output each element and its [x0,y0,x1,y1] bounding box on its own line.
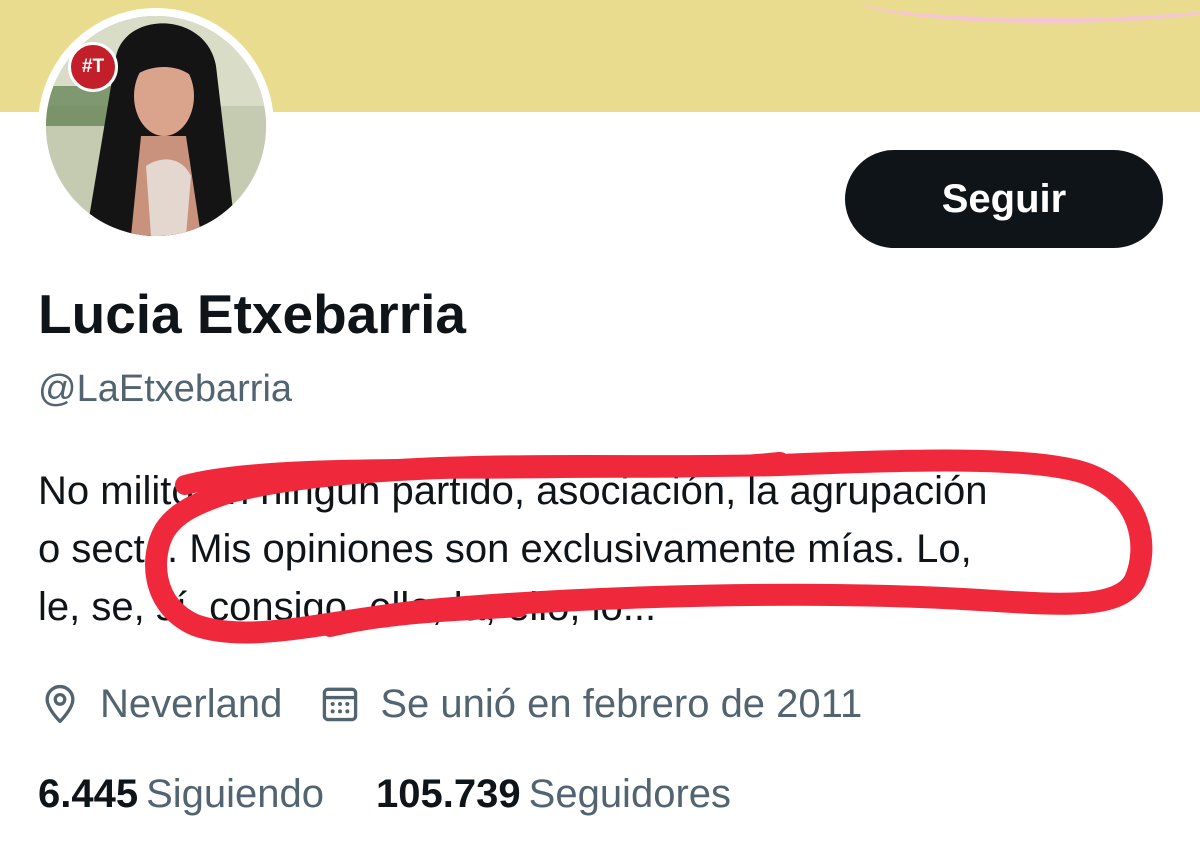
location-item: Neverland [38,682,282,727]
profile-bio: No milito en ningún partido, asociación,… [38,462,1168,636]
followers-link[interactable]: 105.739 Seguidores [376,772,731,817]
joined-item: Se unió en febrero de 2011 [318,682,862,727]
calendar-icon [323,687,358,722]
bio-line: le, se, sí, consigo, ello, la, ello, lo.… [38,585,657,629]
location-pin-icon [45,684,75,724]
joined-text: Se unió en febrero de 2011 [380,681,863,726]
bio-line: No milito en ningún partido, asociación,… [38,469,988,513]
follow-button[interactable]: Seguir [845,150,1163,248]
bio-line: o secta. Mis opiniones son exclusivament… [38,527,972,571]
display-name: Lucia Etxebarria [38,283,466,345]
following-link[interactable]: 6.445 Siguiendo [38,772,324,817]
banner-decoration [860,0,1200,23]
follow-stats: 6.445 Siguiendo 105.739 Seguidores [38,772,783,817]
following-count: 6.445 [38,772,139,816]
following-label: Siguiendo [146,772,325,816]
location-text: Neverland [100,681,283,726]
followers-count: 105.739 [376,772,521,816]
followers-label: Seguidores [528,772,732,816]
user-handle: @LaEtxebarria [38,368,293,410]
avatar-badge: #T [68,42,118,92]
profile-meta: Neverland Se unió en febrero de 2011 [38,676,898,732]
